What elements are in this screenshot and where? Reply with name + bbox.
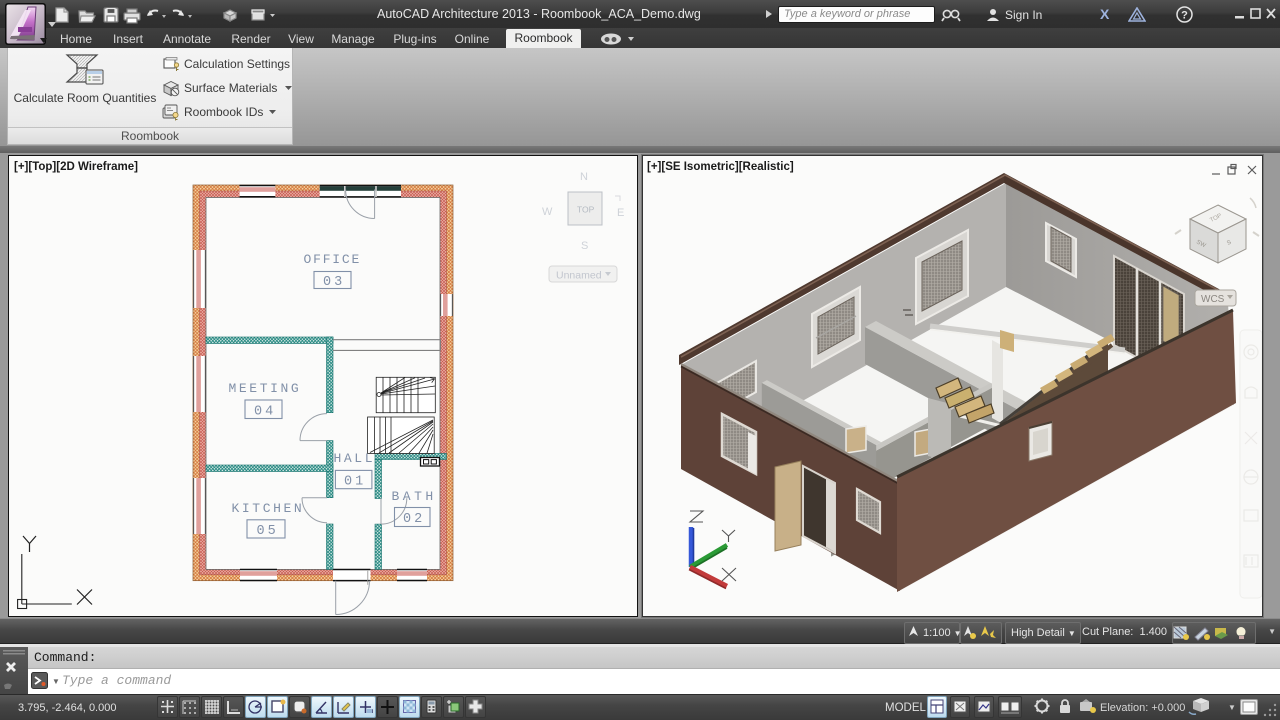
svg-text:01: 01 bbox=[344, 475, 366, 490]
svg-text:S: S bbox=[581, 240, 588, 252]
svg-text:TOP: TOP bbox=[577, 205, 595, 215]
svg-text:Unnamed: Unnamed bbox=[556, 270, 602, 282]
svg-text:?: ? bbox=[1181, 10, 1188, 22]
svg-text:BATH: BATH bbox=[392, 489, 437, 504]
svg-text:05: 05 bbox=[257, 524, 279, 539]
svg-text:WCS: WCS bbox=[1201, 294, 1225, 305]
svg-text:KITCHEN: KITCHEN bbox=[232, 501, 305, 516]
svg-text:W: W bbox=[542, 206, 553, 218]
svg-text:OFFICE: OFFICE bbox=[304, 252, 362, 267]
svg-text:E: E bbox=[617, 207, 624, 219]
svg-text:HALL: HALL bbox=[334, 451, 376, 466]
svg-text:04: 04 bbox=[254, 405, 276, 420]
svg-text:N: N bbox=[580, 171, 588, 183]
svg-text:MEETING: MEETING bbox=[229, 381, 302, 396]
svg-text:03: 03 bbox=[323, 275, 345, 290]
svg-text:02: 02 bbox=[403, 512, 425, 527]
